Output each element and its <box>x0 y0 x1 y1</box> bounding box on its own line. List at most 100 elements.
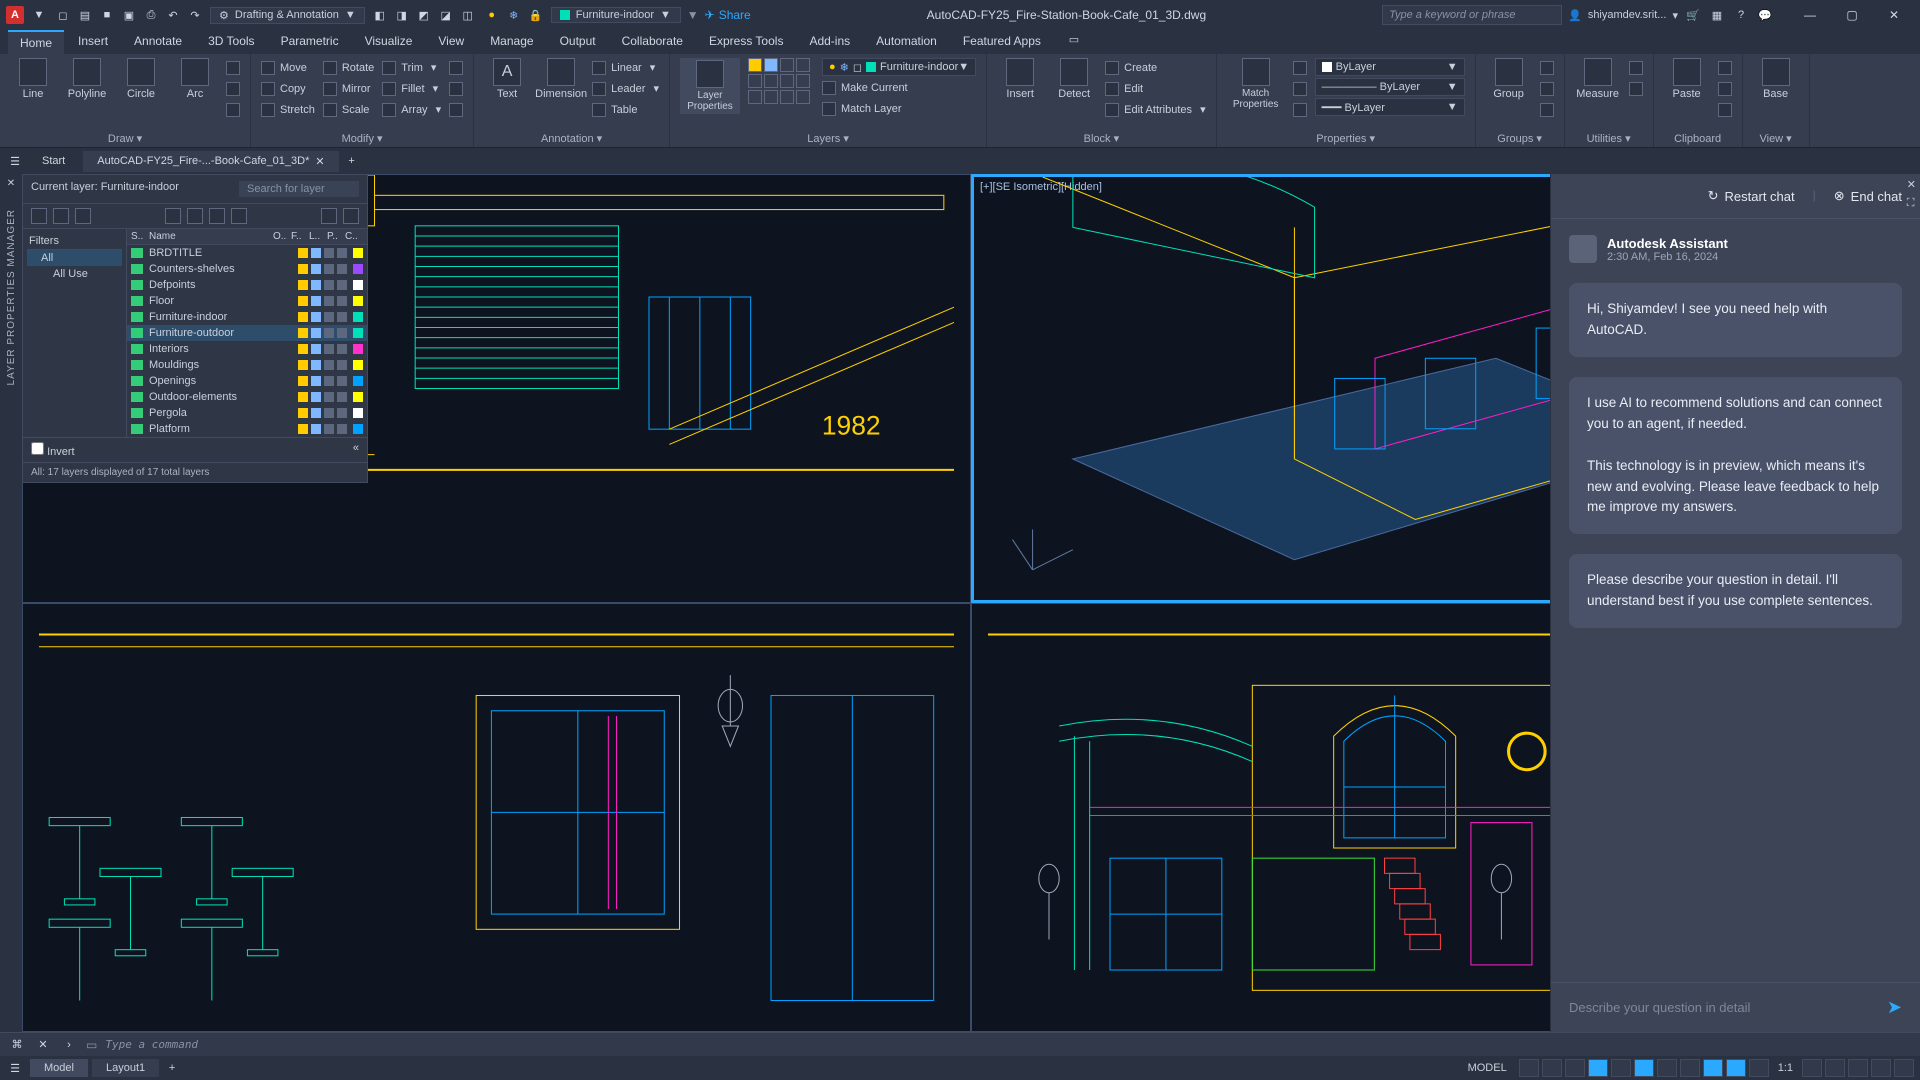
plot-icon[interactable] <box>337 376 347 386</box>
layer-icon[interactable] <box>764 90 778 104</box>
lwt-button[interactable] <box>1680 1059 1700 1077</box>
tool-misc[interactable] <box>1293 58 1307 77</box>
app-icon[interactable]: A <box>6 6 24 24</box>
tool-misc[interactable] <box>1540 58 1554 77</box>
tool-linear[interactable]: Linear ▾ <box>592 58 659 77</box>
freeze-icon[interactable] <box>311 424 321 434</box>
layer-row[interactable]: Interiors <box>127 341 367 357</box>
tool-dimension[interactable]: Dimension <box>538 58 584 100</box>
tool-table[interactable]: Table <box>592 100 659 119</box>
qt-icon[interactable]: ◩ <box>415 6 433 24</box>
bulb-icon[interactable]: ● <box>483 6 501 24</box>
otrack-button[interactable] <box>1634 1059 1654 1077</box>
tool-misc[interactable] <box>226 79 240 98</box>
lock-icon[interactable]: 🔒 <box>527 6 545 24</box>
redo-icon[interactable]: ↷ <box>186 6 204 24</box>
tool-arc[interactable]: Arc <box>172 58 218 100</box>
freeze-icon[interactable] <box>311 328 321 338</box>
scale-label[interactable]: 1:1 <box>1772 1062 1799 1074</box>
layer-combo[interactable]: Furniture-indoor ▼ <box>551 7 681 23</box>
settings-icon[interactable] <box>343 208 359 224</box>
color-swatch[interactable] <box>353 392 363 402</box>
layer-row[interactable]: Platform <box>127 421 367 437</box>
tool-trim[interactable]: Trim ▾ <box>382 58 441 77</box>
color-swatch[interactable] <box>353 280 363 290</box>
model-label[interactable]: MODEL <box>1462 1062 1513 1074</box>
plot-icon[interactable] <box>337 408 347 418</box>
color-swatch[interactable] <box>353 408 363 418</box>
collapse-icon[interactable]: « <box>353 442 359 458</box>
bulb-icon[interactable] <box>298 408 308 418</box>
group-label[interactable]: Block ▾ <box>997 130 1205 145</box>
freeze-icon[interactable] <box>311 264 321 274</box>
iso-button[interactable] <box>1825 1059 1845 1077</box>
tool-misc[interactable] <box>1718 100 1732 119</box>
layer-icon[interactable] <box>748 74 762 88</box>
open-icon[interactable]: ▤ <box>76 6 94 24</box>
color-swatch[interactable] <box>353 328 363 338</box>
plot-icon[interactable]: ⎙ <box>142 6 160 24</box>
layer-icon[interactable] <box>780 90 794 104</box>
tool-base[interactable]: Base <box>1753 58 1799 100</box>
tool-edit-attrs[interactable]: Edit Attributes ▾ <box>1105 100 1205 119</box>
command-input[interactable]: Type a command <box>105 1038 198 1051</box>
layer-row[interactable]: Floor <box>127 293 367 309</box>
color-swatch[interactable] <box>353 360 363 370</box>
add-tab-button[interactable]: + <box>343 152 361 170</box>
tab-annotate[interactable]: Annotate <box>122 30 194 54</box>
qp-button[interactable] <box>1703 1059 1723 1077</box>
group-label[interactable]: Annotation ▾ <box>484 130 659 145</box>
tool-misc[interactable] <box>449 79 463 98</box>
qt-icon[interactable]: ◧ <box>371 6 389 24</box>
ws-button[interactable] <box>1848 1059 1868 1077</box>
tool-text[interactable]: AText <box>484 58 530 100</box>
tool-group[interactable]: Group <box>1486 58 1532 100</box>
anno-button[interactable] <box>1749 1059 1769 1077</box>
chevron-icon[interactable]: › <box>60 1036 78 1054</box>
layer-row[interactable]: Furniture-indoor <box>127 309 367 325</box>
undo-icon[interactable]: ↶ <box>164 6 182 24</box>
layer-row[interactable]: Outdoor-elements <box>127 389 367 405</box>
plot-icon[interactable] <box>337 360 347 370</box>
tool-line[interactable]: Line <box>10 58 56 100</box>
custom-button[interactable] <box>1894 1059 1914 1077</box>
color-swatch[interactable] <box>353 248 363 258</box>
assistant-input[interactable]: Describe your question in detail <box>1569 1000 1877 1015</box>
tab-model[interactable]: Model <box>30 1059 88 1077</box>
color-swatch[interactable] <box>353 264 363 274</box>
bulb-icon[interactable] <box>298 360 308 370</box>
tab-insert[interactable]: Insert <box>66 30 120 54</box>
plot-icon[interactable] <box>337 296 347 306</box>
layer-panel-strip[interactable]: ✕ LAYER PROPERTIES MANAGER <box>0 174 22 1032</box>
lineweight-combo[interactable]: ━━━ ByLayer▼ <box>1315 98 1465 116</box>
share-button[interactable]: ✈ Share <box>705 8 751 22</box>
layer-row[interactable]: Defpoints <box>127 277 367 293</box>
tool-fillet[interactable]: Fillet ▾ <box>382 79 441 98</box>
layer-row[interactable]: Counters-shelves <box>127 261 367 277</box>
group-label[interactable]: Modify ▾ <box>261 130 463 145</box>
freeze-icon[interactable] <box>311 248 321 258</box>
tool-misc[interactable] <box>1540 100 1554 119</box>
layer-icon[interactable] <box>780 58 794 72</box>
tool-layer-properties[interactable]: Layer Properties <box>680 58 740 114</box>
group-label[interactable]: Utilities ▾ <box>1575 130 1643 145</box>
color-swatch[interactable] <box>353 344 363 354</box>
freeze-icon[interactable]: ❄ <box>505 6 523 24</box>
color-combo[interactable]: ByLayer▼ <box>1315 58 1465 76</box>
close-icon[interactable]: ✕ <box>7 178 15 189</box>
tool-misc[interactable] <box>1540 79 1554 98</box>
close-icon[interactable]: ✕ <box>315 155 324 168</box>
restart-chat-button[interactable]: ↻Restart chat <box>1708 188 1795 204</box>
bulb-icon[interactable] <box>298 376 308 386</box>
tool-insert[interactable]: Insert <box>997 58 1043 100</box>
bulb-icon[interactable] <box>298 264 308 274</box>
maximize-button[interactable]: ▢ <box>1832 3 1872 27</box>
tab-layout1[interactable]: Layout1 <box>92 1059 159 1077</box>
tool-circle[interactable]: Circle <box>118 58 164 100</box>
plot-icon[interactable] <box>337 248 347 258</box>
close-button[interactable]: ✕ <box>1874 3 1914 27</box>
bulb-icon[interactable] <box>298 296 308 306</box>
plot-icon[interactable] <box>337 280 347 290</box>
layer-icon[interactable] <box>780 74 794 88</box>
color-swatch[interactable] <box>353 296 363 306</box>
